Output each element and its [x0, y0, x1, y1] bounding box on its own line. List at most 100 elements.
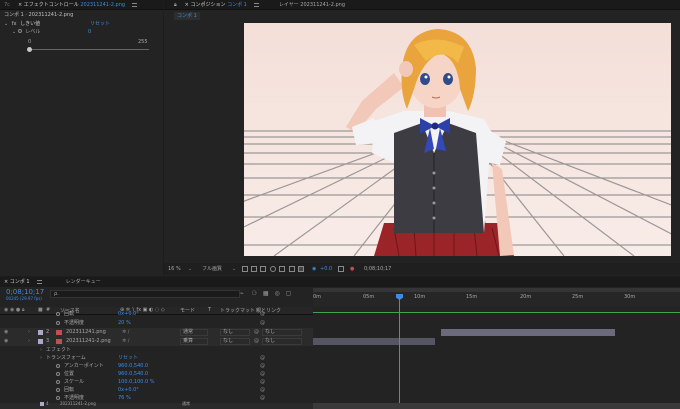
playhead-line[interactable]: [399, 294, 400, 409]
property-value[interactable]: 76 %: [118, 394, 131, 403]
timeline-timecode[interactable]: 0;08;10;17: [6, 288, 44, 296]
layer-bar[interactable]: [441, 329, 615, 336]
bottom-layer-row[interactable]: 4 202311241-2.png 通常: [0, 401, 680, 409]
eye-icon[interactable]: ◉: [4, 337, 8, 346]
stopwatch-icon[interactable]: [56, 396, 60, 400]
chevron-down-icon[interactable]: ⌄: [12, 29, 16, 35]
guides-icon[interactable]: [270, 266, 276, 272]
ruler-tick-label: 15m: [466, 294, 478, 300]
property-row[interactable]: 回転 0x+0.0° @: [0, 310, 313, 319]
fx-icon[interactable]: fx: [12, 21, 17, 27]
chevron-right-icon[interactable]: ›: [28, 328, 30, 337]
slider-track[interactable]: [29, 49, 149, 50]
layer-name[interactable]: 202311241-2.png: [60, 401, 96, 406]
tab-layer[interactable]: レイヤー 202311241-2.png: [275, 0, 349, 10]
stopwatch-icon[interactable]: [17, 29, 22, 33]
property-value[interactable]: 0x+0.0°: [118, 310, 139, 319]
trackmat-dropdown[interactable]: なし: [220, 329, 250, 336]
region-icon[interactable]: [242, 266, 248, 272]
panel-menu-icon[interactable]: [132, 2, 138, 7]
property-track[interactable]: [313, 394, 680, 403]
frame-blend-icon[interactable]: ▦: [263, 290, 269, 297]
mode-dropdown[interactable]: 通常: [180, 329, 208, 336]
layer-label-color[interactable]: [38, 330, 43, 335]
param-label: レベル: [25, 29, 41, 35]
param-value[interactable]: 0: [88, 28, 91, 36]
stopwatch-icon[interactable]: [56, 364, 60, 368]
layer-bar[interactable]: [313, 403, 680, 409]
pickwhip-icon[interactable]: @: [254, 337, 259, 346]
pickwhip-icon[interactable]: @: [260, 310, 265, 319]
viewer-timecode[interactable]: 0;08;10;17: [364, 265, 391, 273]
tab-render-queue[interactable]: レンダーキュー: [62, 277, 105, 287]
viewer-tabbar: 🔒︎ × コンポジション コンポ 1 レイヤー 202311241-2.png: [164, 0, 680, 10]
pickwhip-icon[interactable]: @: [260, 319, 265, 328]
switch-icons[interactable]: ✲ ∕: [122, 328, 129, 337]
tab-effect-controls[interactable]: × エフェクトコントロール 202311241-2.png: [14, 0, 129, 10]
parent-dropdown[interactable]: なし: [262, 329, 302, 336]
panel-number: 7c: [4, 1, 10, 8]
layer-track[interactable]: [313, 328, 680, 337]
pickwhip-icon[interactable]: @: [260, 394, 265, 403]
mode-dropdown[interactable]: 乗算: [180, 338, 208, 345]
layer-row[interactable]: ◉ › 3 202311241-2.png ✲ ∕ 乗算 なし @ なし: [0, 337, 313, 346]
layer-row[interactable]: ◉ › 2 202311241.png ✲ ∕ 通常 なし @ なし: [0, 328, 313, 337]
switch-icons[interactable]: ✲ ∕: [122, 337, 129, 346]
exposure-icon[interactable]: ◉: [312, 265, 316, 273]
transparency-grid-icon[interactable]: [251, 266, 257, 272]
layer-name[interactable]: 202311241.png: [66, 328, 106, 337]
layer-label-color[interactable]: [38, 339, 43, 344]
graph-editor-icon[interactable]: ▢: [286, 290, 292, 297]
slider-thumb[interactable]: [27, 47, 32, 52]
draft-3d-icon[interactable]: ⌁: [240, 290, 244, 297]
chevron-down-icon[interactable]: ⌄: [4, 21, 8, 27]
chevron-down-icon[interactable]: ⌄: [232, 265, 236, 273]
property-label: 不透明度: [64, 320, 85, 326]
effect-reset-link[interactable]: リセット: [90, 20, 110, 28]
layer-bar[interactable]: [313, 338, 435, 345]
trackmat-dropdown[interactable]: なし: [220, 338, 250, 345]
stopwatch-icon[interactable]: [56, 321, 60, 325]
stopwatch-icon[interactable]: [56, 388, 60, 392]
time-ruler[interactable]: 0m 05m 10m 15m 20m 25m 30m: [313, 288, 680, 307]
layer-track[interactable]: [313, 337, 680, 346]
ruler-tick-label: 05m: [363, 294, 375, 300]
search-input[interactable]: ρ.: [50, 290, 240, 298]
property-track[interactable]: [313, 319, 680, 328]
work-area-bar[interactable]: [313, 288, 680, 292]
layer-mode[interactable]: 通常: [182, 401, 190, 407]
eye-icon[interactable]: ◉: [4, 328, 8, 337]
viewer-subtab[interactable]: コンポ 1: [174, 12, 200, 20]
parent-dropdown[interactable]: なし: [262, 338, 302, 345]
property-row[interactable]: 不透明度 20 % @: [0, 319, 313, 328]
mask-icon[interactable]: [260, 266, 266, 272]
tab-composition[interactable]: × コンポジション コンポ 1: [181, 0, 251, 10]
tab-timeline-comp[interactable]: × コンポ 1: [0, 277, 34, 287]
composition-canvas[interactable]: [244, 23, 671, 256]
lock-icon[interactable]: 🔒︎: [170, 0, 181, 10]
layer-name[interactable]: 202311241-2.png: [66, 337, 111, 346]
panel-menu-icon[interactable]: [36, 280, 42, 284]
layer-number: 4: [46, 401, 49, 406]
color-icon[interactable]: [298, 266, 304, 272]
layer-label-color[interactable]: [40, 402, 44, 406]
panel-menu-icon[interactable]: [253, 2, 259, 7]
motion-blur-icon[interactable]: ◎: [274, 290, 279, 297]
shy-icon[interactable]: ⚆: [252, 290, 257, 297]
chevron-down-icon[interactable]: ⌄: [188, 265, 192, 273]
tab-layer-file: 202311241-2.png: [300, 1, 346, 8]
chevron-right-icon[interactable]: ›: [28, 337, 30, 346]
property-value[interactable]: 20 %: [118, 319, 131, 328]
stopwatch-icon[interactable]: [56, 312, 60, 316]
channel-icon[interactable]: [289, 266, 295, 272]
show-snapshot-icon[interactable]: ●: [350, 265, 354, 273]
exposure-value[interactable]: +0.0: [320, 265, 332, 273]
zoom-select[interactable]: 16 %: [168, 265, 181, 273]
grid-icon[interactable]: [279, 266, 285, 272]
stopwatch-icon[interactable]: [56, 372, 60, 376]
pickwhip-icon[interactable]: @: [254, 328, 259, 337]
stopwatch-icon[interactable]: [56, 380, 60, 384]
snapshot-icon[interactable]: [338, 266, 344, 272]
effect-row[interactable]: ⌄ fx しきい値: [4, 20, 40, 28]
quality-select[interactable]: フル画質: [202, 265, 222, 273]
